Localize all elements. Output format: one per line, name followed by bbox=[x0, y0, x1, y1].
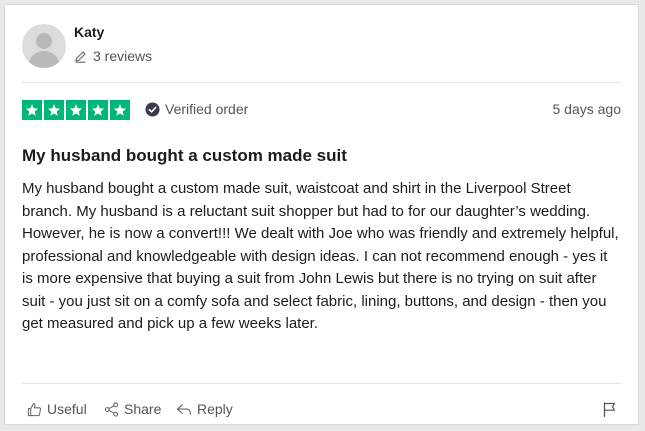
star-icon bbox=[44, 100, 64, 120]
reviewer-name[interactable]: Katy bbox=[74, 24, 104, 40]
footer-divider bbox=[22, 383, 621, 384]
star-icon bbox=[88, 100, 108, 120]
star-icon bbox=[22, 100, 42, 120]
review-title[interactable]: My husband bought a custom made suit bbox=[22, 146, 347, 166]
share-button[interactable]: Share bbox=[104, 401, 161, 417]
review-card: Katy 3 reviews Verified order 5 days ago… bbox=[4, 4, 639, 425]
verified-badge[interactable]: Verified order bbox=[145, 101, 248, 117]
useful-label: Useful bbox=[47, 401, 87, 417]
reply-icon bbox=[176, 403, 191, 415]
share-icon bbox=[104, 401, 119, 417]
reviews-count[interactable]: 3 reviews bbox=[74, 48, 152, 64]
avatar-head-shape bbox=[36, 33, 52, 49]
header-divider bbox=[22, 82, 621, 83]
star-icon bbox=[110, 100, 130, 120]
review-body: My husband bought a custom made suit, wa… bbox=[22, 180, 619, 332]
share-label: Share bbox=[124, 401, 162, 417]
flag-icon bbox=[603, 402, 616, 418]
rating-row: Verified order 5 days ago bbox=[22, 100, 621, 122]
pencil-icon bbox=[75, 50, 86, 63]
report-flag-button[interactable] bbox=[603, 402, 616, 422]
star-rating bbox=[22, 100, 130, 120]
avatar-shoulders-shape bbox=[28, 51, 60, 68]
thumbs-up-icon bbox=[27, 402, 42, 416]
reviews-count-label: 3 reviews bbox=[93, 48, 153, 64]
reply-label: Reply bbox=[197, 401, 233, 417]
verified-label: Verified order bbox=[165, 101, 249, 117]
verified-check-icon bbox=[145, 101, 160, 117]
star-icon bbox=[66, 100, 86, 120]
reply-button[interactable]: Reply bbox=[176, 401, 233, 417]
review-actions: Useful Share Reply bbox=[27, 401, 616, 421]
useful-button[interactable]: Useful bbox=[27, 401, 87, 417]
review-date: 5 days ago bbox=[552, 101, 622, 117]
avatar[interactable] bbox=[22, 24, 66, 68]
